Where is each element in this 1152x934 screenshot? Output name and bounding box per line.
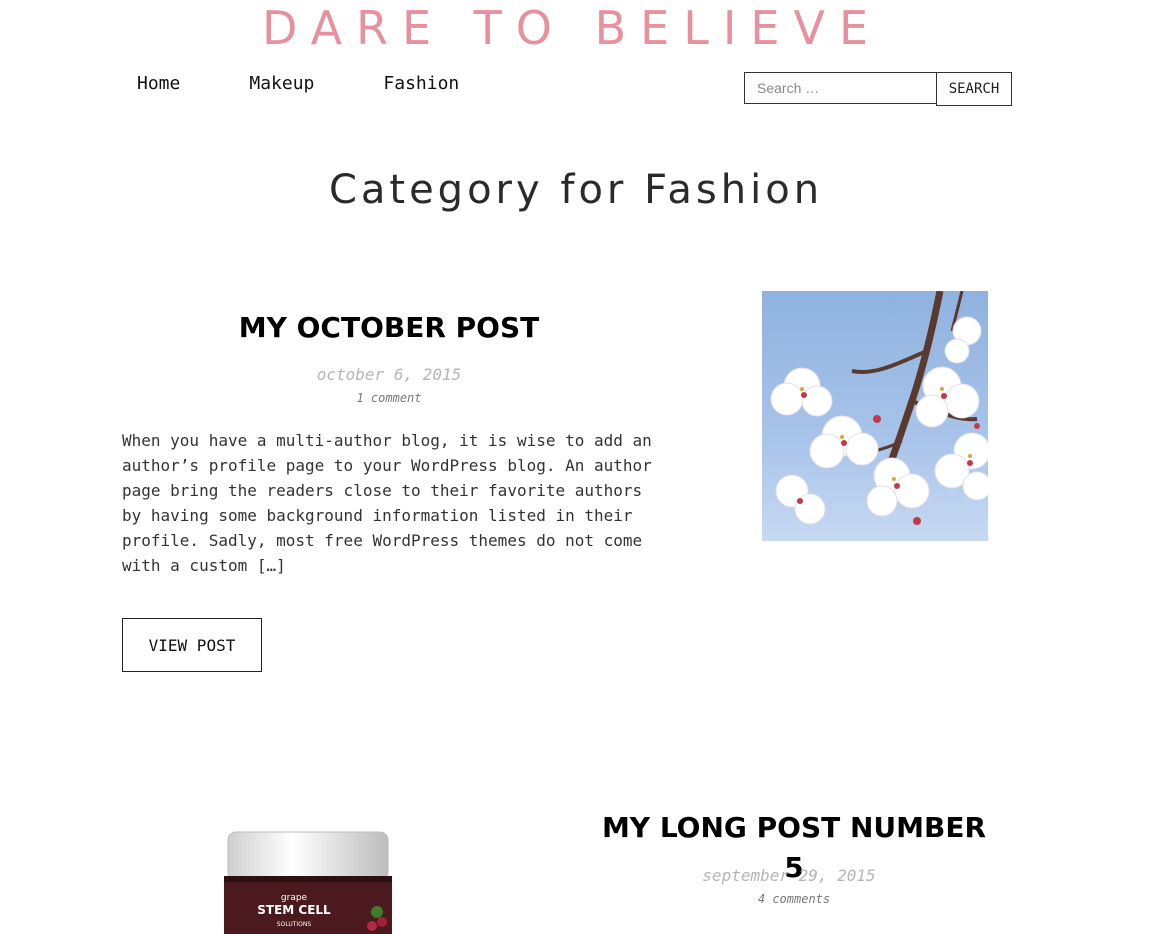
view-post-button[interactable]: VIEW POST xyxy=(122,618,262,672)
site-title[interactable]: DARE TO BELIEVE xyxy=(0,2,1144,54)
jar-brand-text: grape xyxy=(281,893,308,903)
post-thumbnail-product-jar[interactable]: grape STEM CELL SOLUTIONS xyxy=(182,792,432,934)
search-input[interactable] xyxy=(744,72,936,104)
jar-product-text: STEM CELL xyxy=(257,903,331,917)
nav-item-fashion[interactable]: Fashion xyxy=(383,72,459,96)
cherry-blossom-image xyxy=(762,291,988,541)
post-date: october 6, 2015 xyxy=(316,365,462,384)
post-excerpt: When you have a multi-author blog, it is… xyxy=(122,431,652,575)
post-thumbnail-cherry-blossom[interactable] xyxy=(762,291,988,541)
post-title[interactable]: MY OCTOBER POST xyxy=(122,308,656,348)
nav-item-home[interactable]: Home xyxy=(137,72,180,96)
search-form: SEARCH xyxy=(744,72,1012,106)
post-comments-link[interactable]: 1 comment xyxy=(122,389,656,407)
main-nav: Home Makeup Fashion xyxy=(137,72,528,96)
post-date: september 29, 2015 xyxy=(702,866,876,885)
product-jar-image: grape STEM CELL SOLUTIONS xyxy=(182,792,432,934)
search-button[interactable]: SEARCH xyxy=(936,72,1012,106)
page-title: Category for Fashion xyxy=(328,167,824,213)
post-comments-link[interactable]: 4 comments xyxy=(590,890,998,908)
jar-subtitle-text: SOLUTIONS xyxy=(277,921,312,928)
nav-item-makeup[interactable]: Makeup xyxy=(249,72,314,96)
